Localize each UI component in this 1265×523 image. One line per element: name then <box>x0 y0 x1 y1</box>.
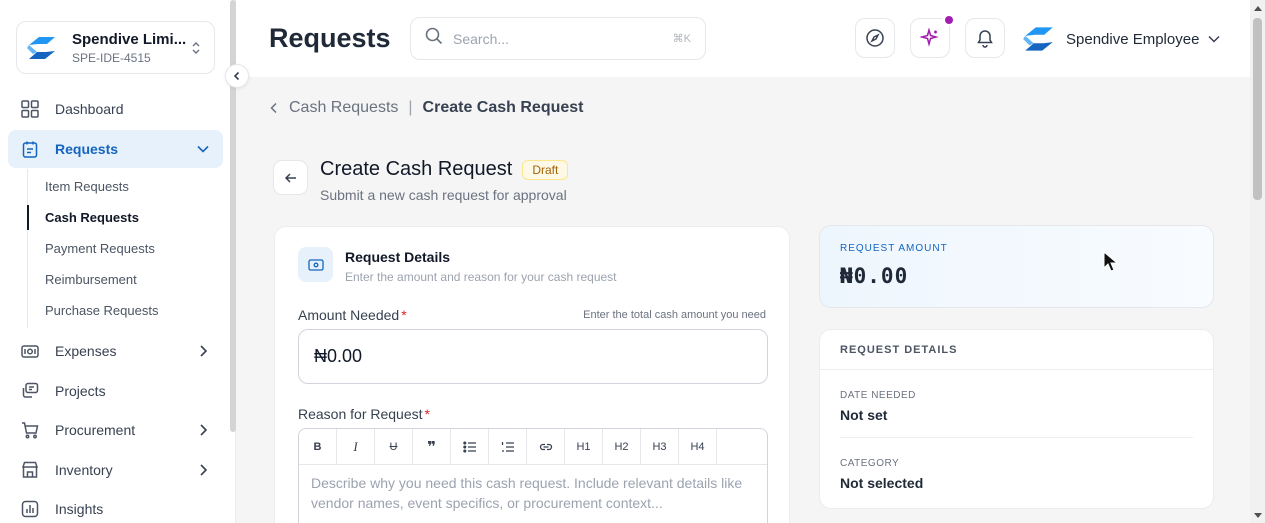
editor-toolbar: B I U ❞ H1 H2 H3 H4 <box>299 429 767 465</box>
sidebar-item-expenses[interactable]: Expenses <box>8 332 223 370</box>
collapse-sidebar-button[interactable] <box>225 64 249 88</box>
clipboard-icon <box>20 139 40 159</box>
sidebar-item-projects[interactable]: Projects <box>8 372 223 410</box>
request-details-summary: REQUEST DETAILS DATE NEEDED Not set CATE… <box>819 329 1214 509</box>
sidebar-item-cash-requests[interactable]: Cash Requests <box>27 202 223 233</box>
chevron-left-icon <box>233 71 240 81</box>
page-scrollbar[interactable] <box>1250 0 1265 523</box>
avatar <box>1020 21 1057 58</box>
card-title: Request Details <box>345 249 451 265</box>
quote-button[interactable]: ❞ <box>413 429 451 465</box>
breadcrumb: Cash Requests | Create Cash Request <box>270 99 584 117</box>
chevron-up-down-icon <box>188 41 204 55</box>
compass-icon <box>866 29 884 47</box>
user-name: Spendive Employee <box>1066 30 1200 48</box>
breadcrumb-current: Create Cash Request <box>422 99 584 116</box>
org-logo <box>25 31 59 65</box>
page-title: Requests <box>269 23 391 53</box>
bold-button[interactable]: B <box>299 429 337 465</box>
ai-assistant-button[interactable] <box>910 14 955 58</box>
sparkle-icon <box>920 28 939 47</box>
compass-button[interactable] <box>855 18 895 58</box>
request-amount-card: REQUEST AMOUNT ₦0.00 <box>819 225 1214 308</box>
request-amount-value: ₦0.00 <box>840 264 909 288</box>
chevron-right-icon <box>195 343 211 359</box>
org-id: SPE-IDE-4515 <box>72 50 151 65</box>
sidebar-item-payment-requests[interactable]: Payment Requests <box>28 233 223 264</box>
top-header: Requests ⌘K Spendive Employee <box>236 0 1250 77</box>
link-icon <box>539 443 552 451</box>
sidebar-item-purchase-requests[interactable]: Purchase Requests <box>28 295 223 326</box>
heading-2-button[interactable]: H2 <box>603 429 641 465</box>
requests-submenu: Item Requests Cash Requests Payment Requ… <box>27 169 223 328</box>
strikethrough-button[interactable]: U <box>375 429 413 465</box>
chevron-down-icon <box>1208 35 1220 43</box>
request-amount-label: REQUEST AMOUNT <box>840 243 948 254</box>
heading-4-button[interactable]: H4 <box>679 429 717 465</box>
status-badge: Draft <box>522 159 569 180</box>
arrow-left-icon <box>284 172 296 183</box>
breadcrumb-cash-requests[interactable]: Cash Requests <box>289 99 398 117</box>
date-needed-value: Not set <box>840 407 888 423</box>
amount-input[interactable]: ₦0.00 <box>298 329 768 384</box>
sidebar-item-item-requests[interactable]: Item Requests <box>28 171 223 202</box>
form-title: Create Cash Request Draft <box>320 158 569 181</box>
store-icon <box>20 460 40 480</box>
category-value: Not selected <box>840 475 924 491</box>
org-name: Spendive Limi... <box>72 30 187 48</box>
cart-icon <box>20 420 40 440</box>
sidebar-item-dashboard[interactable]: Dashboard <box>8 90 223 128</box>
sidebar-item-procurement[interactable]: Procurement <box>8 411 223 449</box>
numbered-list-button[interactable] <box>489 429 527 465</box>
numbered-list-icon <box>501 442 514 452</box>
heading-3-button[interactable]: H3 <box>641 429 679 465</box>
org-switcher[interactable]: Spendive Limi... SPE-IDE-4515 <box>16 21 215 74</box>
sidebar-item-insights[interactable]: Insights <box>8 490 223 523</box>
sidebar-item-requests[interactable]: Requests <box>8 129 223 168</box>
amount-hint: Enter the total cash amount you need <box>583 309 766 321</box>
search-shortcut: ⌘K <box>672 33 691 45</box>
form-subtitle: Submit a new cash request for approval <box>320 187 567 203</box>
search-input[interactable] <box>453 30 673 47</box>
link-button[interactable] <box>527 429 565 465</box>
italic-button[interactable]: I <box>337 429 375 465</box>
bullet-list-button[interactable] <box>451 429 489 465</box>
mouse-cursor-icon <box>1103 251 1119 272</box>
reason-label: Reason for Request * <box>298 406 430 422</box>
projects-icon <box>20 381 40 401</box>
date-needed-row: DATE NEEDED Not set <box>820 370 1213 437</box>
chart-icon <box>20 499 40 519</box>
amount-label: Amount Needed * <box>298 307 407 323</box>
chevron-left-icon[interactable] <box>270 102 278 114</box>
money-icon <box>20 341 40 361</box>
heading-1-button[interactable]: H1 <box>565 429 603 465</box>
user-menu[interactable]: Spendive Employee <box>1020 20 1221 58</box>
reason-editor[interactable]: B I U ❞ H1 H2 H3 H4 Describe why you nee… <box>298 428 768 523</box>
card-subtitle: Enter the amount and reason for your cas… <box>345 270 617 284</box>
chevron-down-icon <box>195 141 211 157</box>
search-box[interactable]: ⌘K <box>410 17 706 60</box>
sidebar-item-reimbursement[interactable]: Reimbursement <box>28 264 223 295</box>
bullet-list-icon <box>462 441 476 453</box>
sidebar-nav: Dashboard Requests Item Requests Cash Re… <box>8 90 223 523</box>
chevron-right-icon <box>195 462 211 478</box>
notifications-button[interactable] <box>965 18 1005 58</box>
category-row: CATEGORY Not selected <box>820 438 1213 491</box>
grid-icon <box>20 99 40 119</box>
request-details-card: Request Details Enter the amount and rea… <box>274 226 790 523</box>
bell-icon <box>977 30 993 48</box>
back-button[interactable] <box>273 160 308 195</box>
summary-heading: REQUEST DETAILS <box>820 330 1213 370</box>
chevron-right-icon <box>195 422 211 438</box>
notification-dot <box>943 14 955 26</box>
cash-icon <box>298 247 333 282</box>
reason-placeholder[interactable]: Describe why you need this cash request.… <box>299 465 767 521</box>
sidebar: Spendive Limi... SPE-IDE-4515 Dashboard … <box>0 0 236 523</box>
sidebar-item-inventory[interactable]: Inventory <box>8 451 223 489</box>
search-icon <box>425 27 443 50</box>
